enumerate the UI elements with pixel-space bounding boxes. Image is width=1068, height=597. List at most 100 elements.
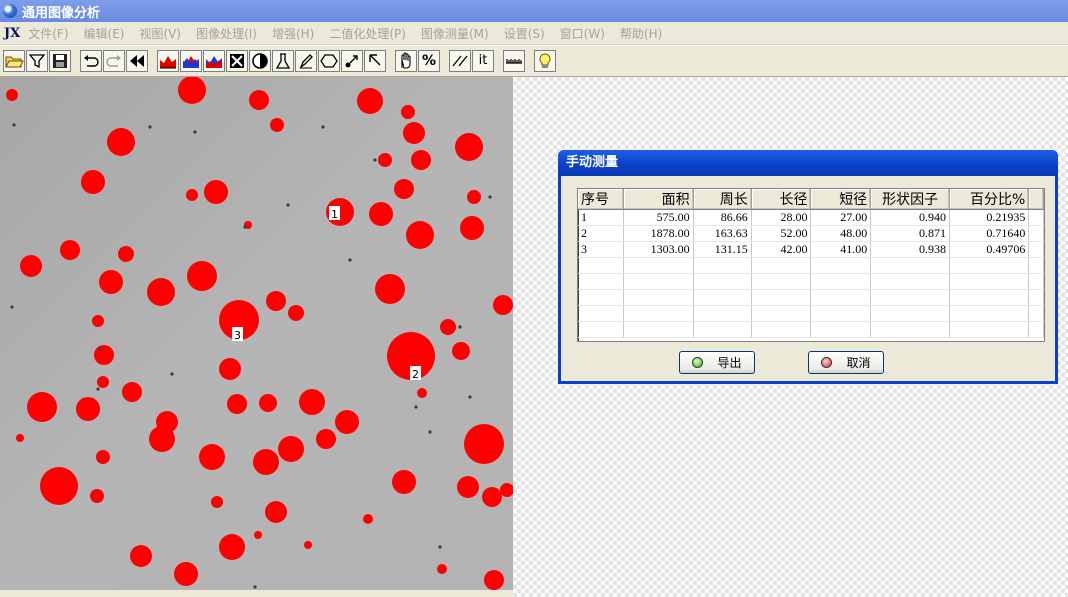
cell-percent: 0.49706 <box>949 241 1030 258</box>
table-row[interactable]: 2 1878.00 163.63 52.00 48.00 0.871 0.716… <box>578 225 1044 242</box>
rewind-icon[interactable] <box>126 50 148 72</box>
hand-icon[interactable] <box>395 50 417 72</box>
cell-shape-factor: 0.938 <box>870 241 950 258</box>
histogram-blue-icon[interactable] <box>180 50 202 72</box>
empty-row <box>578 305 1044 322</box>
title-bar: 通用图像分析 <box>0 0 1068 22</box>
empty-row <box>578 257 1044 274</box>
dark-spot <box>12 123 16 127</box>
percent-icon[interactable]: % <box>418 50 440 72</box>
move-point-icon[interactable] <box>341 50 363 72</box>
dark-spot <box>428 430 432 434</box>
particle <box>452 342 470 360</box>
cancel-button[interactable]: 取消 <box>808 351 884 374</box>
hexagon-icon[interactable] <box>318 50 340 72</box>
dark-spot <box>488 195 492 199</box>
lightbulb-icon[interactable] <box>534 50 556 72</box>
pen-icon[interactable] <box>295 50 317 72</box>
cell-long-diameter: 28.00 <box>751 209 812 226</box>
cell-shape-factor: 0.940 <box>870 209 950 226</box>
particle <box>357 88 383 114</box>
particle <box>76 397 100 421</box>
particle <box>107 128 135 156</box>
dark-spot <box>193 130 197 134</box>
analysis-image[interactable]: 1 2 3 <box>0 77 513 590</box>
column-header-shape-factor[interactable]: 形状因子 <box>870 189 950 210</box>
cell-index: 2 <box>578 225 624 242</box>
particle <box>118 246 134 262</box>
column-header-short-diameter[interactable]: 短径 <box>810 189 872 210</box>
menu-settings[interactable]: 设置(S) <box>504 25 545 42</box>
menu-view[interactable]: 视图(V) <box>139 25 181 42</box>
ruler-icon[interactable] <box>503 50 525 72</box>
particle <box>94 345 114 365</box>
manual-measure-dialog: 手动测量 序号 面积 周长 长径 短径 形状因子 百分比% 1 575.00 8… <box>558 150 1058 384</box>
table-row[interactable]: 3 1303.00 131.15 42.00 41.00 0.938 0.497… <box>578 241 1044 258</box>
count-icon[interactable]: it <box>472 50 494 72</box>
particle-marker-1: 1 <box>329 206 340 221</box>
menu-help[interactable]: 帮助(H) <box>620 25 662 42</box>
particle <box>493 295 513 315</box>
column-header-percent[interactable]: 百分比% <box>949 189 1030 210</box>
menu-image-measure[interactable]: 图像测量(M) <box>421 25 489 42</box>
app-globe-icon <box>3 4 17 18</box>
cell-short-diameter: 41.00 <box>810 241 872 258</box>
export-button[interactable]: 导出 <box>679 351 755 374</box>
dark-spot <box>148 125 152 129</box>
particle <box>375 274 405 304</box>
flask-icon[interactable] <box>272 50 294 72</box>
particle <box>437 564 447 574</box>
table-row[interactable]: 1 575.00 86.66 28.00 27.00 0.940 0.21935 <box>578 209 1044 226</box>
menu-enhance[interactable]: 增强(H) <box>272 25 314 42</box>
particle <box>455 133 483 161</box>
cell-index: 1 <box>578 209 624 226</box>
parallel-lines-icon[interactable] <box>449 50 471 72</box>
particle <box>304 541 312 549</box>
dark-spot <box>468 395 472 399</box>
histogram-icon[interactable] <box>157 50 179 72</box>
particle <box>270 118 284 132</box>
particle <box>211 496 223 508</box>
open-folder-icon[interactable] <box>3 50 25 72</box>
contrast-icon[interactable] <box>249 50 271 72</box>
measurement-table[interactable]: 序号 面积 周长 长径 短径 形状因子 百分比% 1 575.00 86.66 … <box>577 188 1045 342</box>
particle <box>406 221 434 249</box>
export-button-label: 导出 <box>717 356 742 370</box>
save-disk-icon[interactable] <box>49 50 71 72</box>
particle <box>199 444 225 470</box>
particle <box>467 190 481 204</box>
cell-perimeter: 86.66 <box>693 209 752 226</box>
particle <box>378 153 392 167</box>
particle <box>147 278 175 306</box>
green-status-icon <box>692 357 704 368</box>
menu-window[interactable]: 窗口(W) <box>560 25 605 42</box>
table-header-row: 序号 面积 周长 长径 短径 形状因子 百分比% <box>578 189 1044 210</box>
particle <box>411 150 431 170</box>
menu-file[interactable]: 文件(F) <box>28 25 68 42</box>
particle <box>394 179 414 199</box>
column-header-perimeter[interactable]: 周长 <box>693 189 752 210</box>
crop-icon[interactable] <box>226 50 248 72</box>
particle <box>253 449 279 475</box>
particle <box>316 429 336 449</box>
menu-image-processing[interactable]: 图像处理(I) <box>196 25 257 42</box>
column-header-long-diameter[interactable]: 长径 <box>751 189 812 210</box>
particle <box>92 315 104 327</box>
histogram-compare-icon[interactable] <box>203 50 225 72</box>
menu-binarize[interactable]: 二值化处理(P) <box>329 25 406 42</box>
column-header-area[interactable]: 面积 <box>623 189 694 210</box>
redo-icon[interactable] <box>103 50 125 72</box>
particle <box>40 467 78 505</box>
particle <box>401 105 415 119</box>
pointer-arrow-icon[interactable] <box>364 50 386 72</box>
particle <box>457 476 479 498</box>
menu-edit[interactable]: 编辑(E) <box>84 25 125 42</box>
particle <box>266 291 286 311</box>
column-header-index[interactable]: 序号 <box>578 189 624 210</box>
particle <box>259 394 277 412</box>
dark-spot <box>170 372 174 376</box>
undo-icon[interactable] <box>80 50 102 72</box>
particle <box>464 424 504 464</box>
filter-icon[interactable] <box>26 50 48 72</box>
particle <box>363 514 373 524</box>
